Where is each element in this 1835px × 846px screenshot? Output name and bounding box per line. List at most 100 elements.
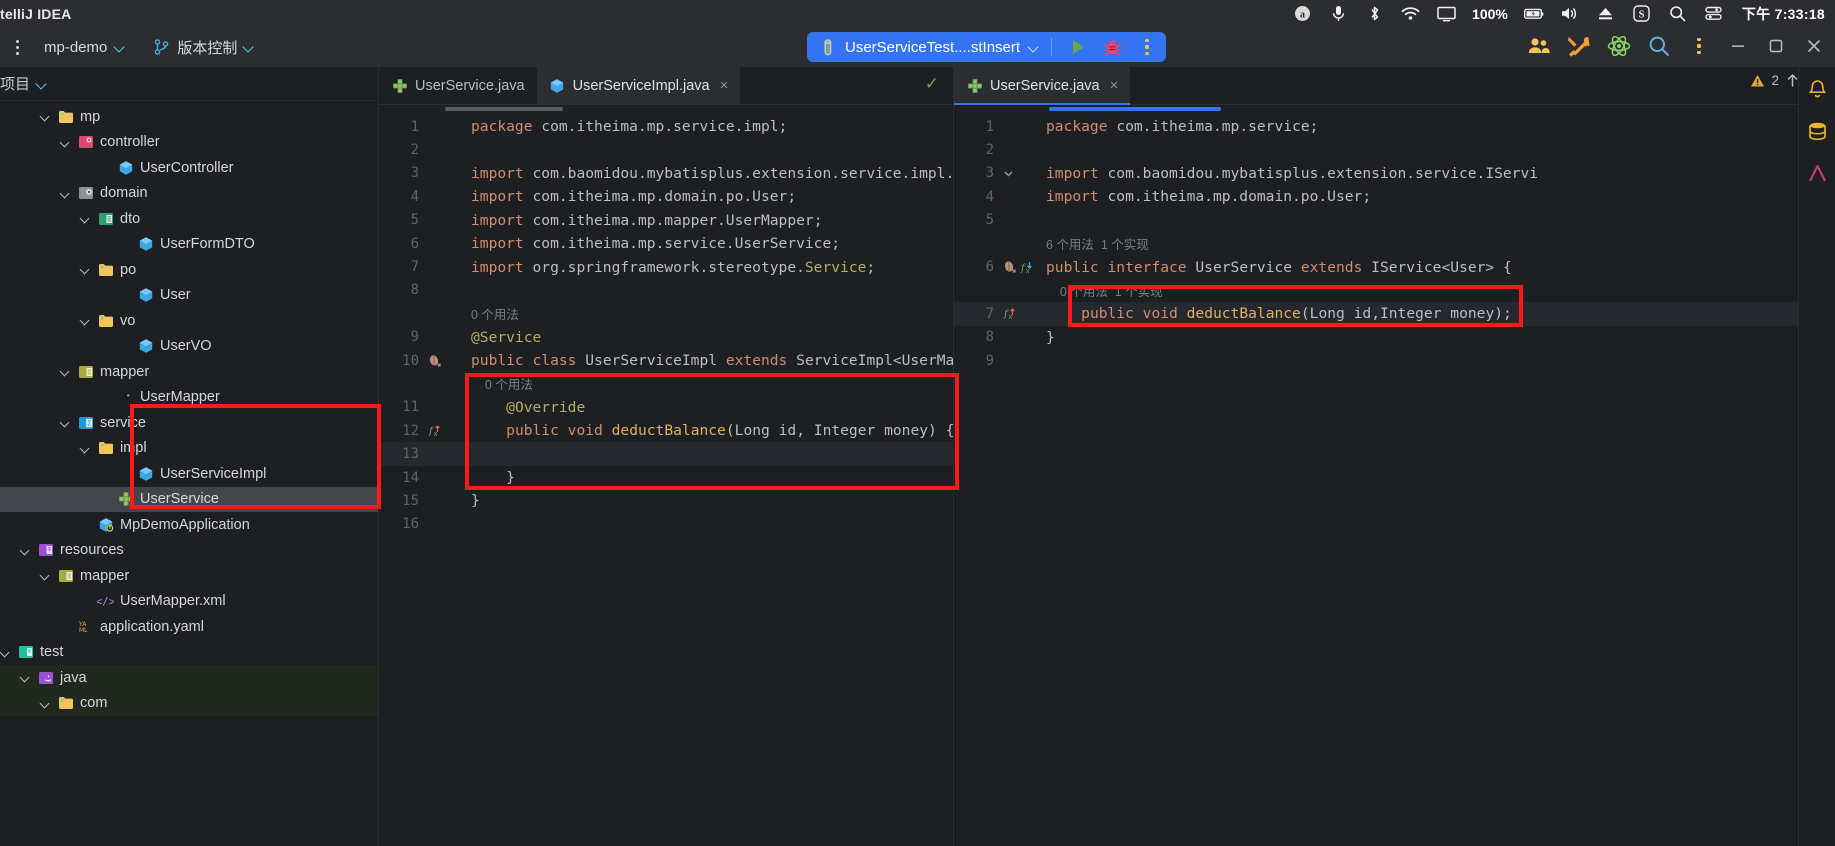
- horizontal-scrollbar[interactable]: [1049, 107, 1221, 111]
- collaborate-icon[interactable]: [1525, 32, 1553, 60]
- tree-node-userservice[interactable]: UserService: [0, 486, 378, 512]
- run-more-button[interactable]: [1134, 34, 1160, 60]
- code-line[interactable]: 10 public class UserServiceImpl extends S…: [379, 349, 953, 372]
- expand-arrow-icon[interactable]: [60, 137, 71, 148]
- tree-node-mpdemoapplication[interactable]: MpDemoApplication: [0, 512, 378, 538]
- tree-node-impl[interactable]: impl: [0, 436, 378, 462]
- expand-arrow-icon[interactable]: [40, 111, 51, 122]
- tree-node-application-yaml[interactable]: YA ML application.yaml: [0, 614, 378, 640]
- code-line[interactable]: 15}: [379, 489, 953, 512]
- expand-arrow-icon[interactable]: [60, 366, 71, 377]
- minimize-button[interactable]: [1725, 33, 1751, 59]
- editor-left-tabbar[interactable]: UserService.java UserServiceImpl.java ×: [379, 67, 953, 105]
- bluetooth-icon[interactable]: [1364, 4, 1384, 24]
- code-line[interactable]: 2: [379, 138, 953, 161]
- gutter-marker[interactable]: fx: [425, 423, 459, 438]
- tree-node-mp[interactable]: mp: [0, 104, 378, 130]
- tree-node-usermapper-xml[interactable]: </> UserMapper.xml: [0, 589, 378, 615]
- debug-button[interactable]: [1099, 34, 1125, 60]
- gutter-marker[interactable]: fx: [1000, 260, 1034, 275]
- sogou-input-icon[interactable]: S: [1632, 4, 1652, 24]
- editor-right-code[interactable]: 1 package com.itheima.mp.service; 2 3 import…: [954, 105, 1835, 846]
- tree-node-uservo[interactable]: UserVO: [0, 334, 378, 360]
- spotlight-search-icon[interactable]: [1668, 4, 1688, 24]
- ai-assistant-icon[interactable]: [1605, 32, 1633, 60]
- database-icon[interactable]: [1805, 119, 1829, 143]
- project-panel-header[interactable]: 项目: [0, 67, 378, 101]
- code-line[interactable]: 1 package com.itheima.mp.service.impl;: [379, 115, 953, 138]
- code-line[interactable]: 5 import com.itheima.mp.mapper.UserMapper…: [379, 209, 953, 232]
- code-line[interactable]: 7 fx public void deductBalance(Long id,In…: [954, 302, 1835, 326]
- close-tab-icon[interactable]: ×: [720, 77, 729, 94]
- code-line[interactable]: 4 import com.itheima.mp.domain.po.User;: [379, 185, 953, 208]
- control-center-icon[interactable]: [1704, 4, 1724, 24]
- display-icon[interactable]: [1436, 4, 1456, 24]
- tree-node-com[interactable]: com: [0, 690, 378, 716]
- code-line[interactable]: 5: [954, 209, 1835, 232]
- expand-arrow-icon[interactable]: [80, 213, 91, 224]
- expand-arrow-icon[interactable]: [60, 417, 71, 428]
- run-button[interactable]: [1064, 34, 1090, 60]
- gutter-marker[interactable]: [1000, 168, 1034, 179]
- eject-icon[interactable]: [1596, 4, 1616, 24]
- expand-arrow-icon[interactable]: [80, 315, 91, 326]
- close-tab-icon[interactable]: ×: [1110, 77, 1119, 94]
- code-vision-hint[interactable]: 0 个用法: [379, 372, 953, 395]
- volume-icon[interactable]: [1560, 4, 1580, 24]
- code-line[interactable]: 2: [954, 138, 1835, 161]
- code-line[interactable]: 7 import org.springframework.stereotype.S…: [379, 255, 953, 278]
- horizontal-scrollbar[interactable]: [445, 107, 563, 111]
- tree-node-test[interactable]: test: [0, 640, 378, 666]
- run-configuration-widget[interactable]: UserServiceTest....stInsert: [807, 32, 1167, 62]
- expand-arrow-icon[interactable]: [80, 264, 91, 275]
- gutter-marker[interactable]: fx: [1000, 306, 1034, 321]
- tree-node-usermapper[interactable]: UserMapper: [0, 385, 378, 411]
- code-line[interactable]: 13: [379, 442, 953, 466]
- input-method-icon[interactable]: a: [1292, 4, 1312, 24]
- more-actions-button[interactable]: [1685, 32, 1713, 60]
- tree-node-resources[interactable]: resources: [0, 538, 378, 564]
- expand-arrow-icon[interactable]: [40, 570, 51, 581]
- tree-node-usercontroller[interactable]: UserController: [0, 155, 378, 181]
- maximize-button[interactable]: [1763, 33, 1789, 59]
- maven-icon[interactable]: [1805, 161, 1829, 185]
- tree-node-mapper[interactable]: mapper: [0, 359, 378, 385]
- code-vision-hint[interactable]: 0 个用法: [379, 302, 953, 325]
- code-line[interactable]: 12 f x public void deductBalance(Long id, …: [379, 419, 953, 442]
- editor-right-tabbar[interactable]: UserService.java ×: [954, 67, 1835, 105]
- close-button[interactable]: [1801, 33, 1827, 59]
- expand-arrow-icon[interactable]: [20, 672, 31, 683]
- code-vision-hint[interactable]: 0 个用法 1 个实现: [954, 279, 1835, 302]
- tab-userservice-java[interactable]: UserService.java: [379, 67, 537, 104]
- battery-icon[interactable]: [1523, 4, 1544, 24]
- code-vision-hint[interactable]: 6 个用法 1 个实现: [954, 232, 1835, 255]
- search-everywhere-icon[interactable]: [1645, 32, 1673, 60]
- editor-left-code[interactable]: 1 package com.itheima.mp.service.impl; 2 3 i…: [379, 105, 953, 846]
- code-line[interactable]: 11 @Override: [379, 396, 953, 419]
- expand-arrow-icon[interactable]: [80, 443, 91, 454]
- tree-node-po[interactable]: po: [0, 257, 378, 283]
- tree-node-user[interactable]: User: [0, 283, 378, 309]
- expand-arrow-icon[interactable]: [20, 545, 31, 556]
- code-line[interactable]: 14 }: [379, 466, 953, 489]
- tree-node-service[interactable]: Σservice: [0, 410, 378, 436]
- main-menu-button[interactable]: [0, 39, 34, 55]
- code-line[interactable]: 4 import com.itheima.mp.domain.po.User;: [954, 185, 1835, 208]
- tab-userservice-java[interactable]: UserService.java ×: [954, 67, 1131, 105]
- code-line[interactable]: 9 @Service: [379, 326, 953, 349]
- code-line[interactable]: 8: [379, 279, 953, 302]
- notifications-icon[interactable]: [1805, 77, 1829, 101]
- wifi-icon[interactable]: [1400, 4, 1420, 24]
- tree-node-vo[interactable]: vo: [0, 308, 378, 334]
- code-line[interactable]: 1 package com.itheima.mp.service;: [954, 115, 1835, 138]
- project-tree[interactable]: mp controller UserController domain dto UserF…: [0, 101, 378, 846]
- code-line[interactable]: 8}: [954, 326, 1835, 349]
- microphone-icon[interactable]: [1328, 4, 1348, 24]
- inspection-ok-icon[interactable]: ✓: [925, 74, 939, 94]
- tree-node-domain[interactable]: domain: [0, 181, 378, 207]
- vcs-widget[interactable]: 版本控制: [143, 33, 264, 62]
- code-line[interactable]: 16: [379, 513, 953, 536]
- expand-arrow-icon[interactable]: [0, 647, 11, 658]
- tree-node-userserviceimpl[interactable]: UserServiceImpl: [0, 461, 378, 487]
- gutter-marker[interactable]: [425, 354, 459, 368]
